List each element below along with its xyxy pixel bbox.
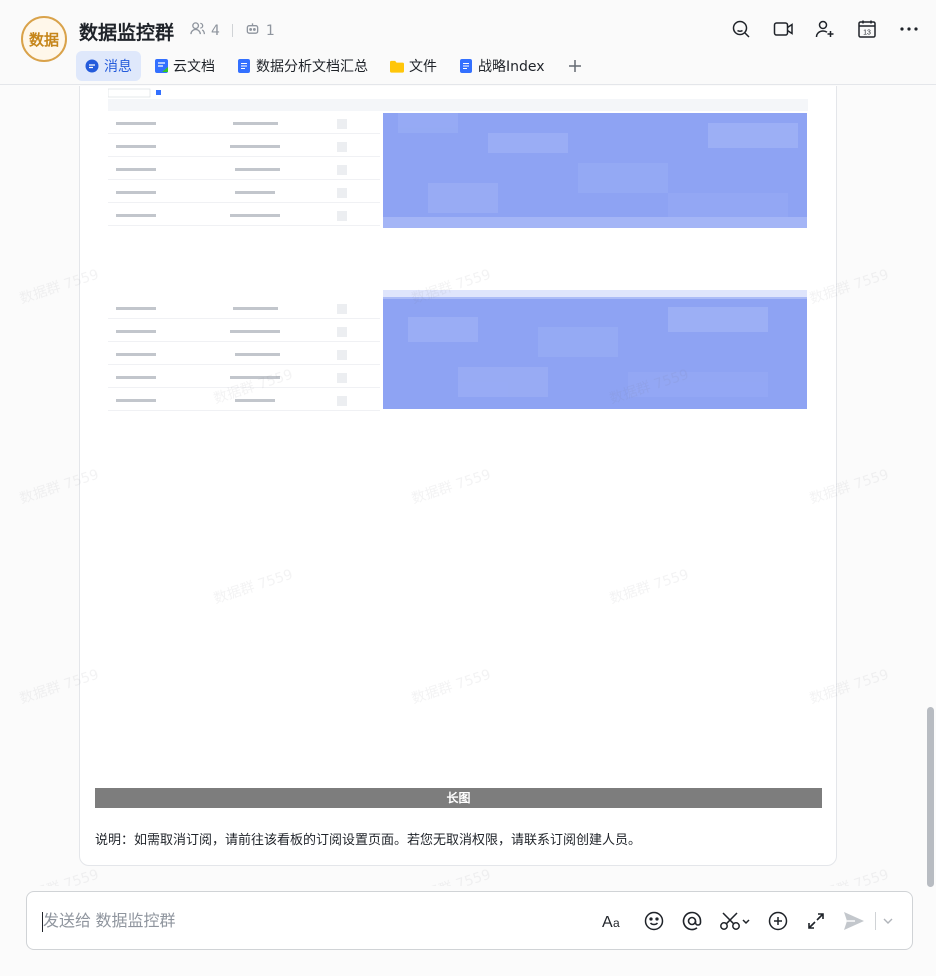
tab-label: 数据分析文档汇总	[256, 59, 368, 75]
long-image-preview[interactable]	[107, 86, 808, 427]
meta-divider	[231, 24, 233, 37]
group-title[interactable]: 数据监控群	[79, 18, 174, 45]
svg-text:A: A	[602, 914, 613, 930]
subscription-note: 说明：如需取消订阅，请前往该看板的订阅设置页面。若您无取消权限，请联系订阅创建人…	[95, 833, 642, 848]
expand-editor-button[interactable]	[805, 910, 827, 932]
tab-files[interactable]: 文件	[381, 51, 446, 81]
tab-label: 战略Index	[478, 59, 545, 75]
watermark: 数据群 7559	[17, 864, 101, 886]
more-tools-button[interactable]	[767, 910, 789, 932]
watermark: 数据群 7559	[807, 864, 891, 886]
group-avatar[interactable]: 数据	[21, 16, 67, 62]
screenshot-button[interactable]	[719, 910, 751, 932]
doc-icon	[237, 59, 251, 73]
plus-circle-icon	[768, 911, 788, 931]
text-format-button[interactable]: Aa	[601, 910, 627, 932]
calendar-button[interactable]: 13	[856, 18, 878, 40]
scissors-icon	[720, 912, 750, 930]
calendar-icon: 13	[858, 20, 876, 38]
long-image-label: 长图	[95, 788, 822, 808]
tab-strategy-index[interactable]: 战略Index	[450, 51, 554, 81]
send-button[interactable]	[843, 910, 865, 932]
tab-bar: 消息 云文档 数据分析文档汇总 文件 战略Index	[76, 51, 592, 81]
message-card[interactable]: 长图 说明：如需取消订阅，请前往该看板的订阅设置页面。若您无取消权限，请联系订阅…	[79, 86, 837, 866]
send-options-button[interactable]	[882, 910, 894, 932]
search-chat-icon	[732, 20, 750, 38]
member-count[interactable]: 4	[211, 23, 220, 39]
watermark: 数据群 7559	[409, 864, 493, 886]
add-member-button[interactable]	[814, 18, 836, 40]
at-icon	[682, 911, 702, 931]
mention-button[interactable]	[681, 910, 703, 932]
text-format-icon: Aa	[602, 914, 620, 930]
message-composer: Aa	[26, 891, 913, 950]
expand-icon	[808, 913, 824, 929]
add-tab-button[interactable]	[558, 54, 592, 78]
message-list[interactable]: 长图 说明：如需取消订阅，请前往该看板的订阅设置页面。若您无取消权限，请联系订阅…	[0, 86, 936, 886]
message-icon	[85, 59, 99, 73]
tab-label: 文件	[409, 59, 437, 75]
tab-label: 消息	[104, 59, 132, 75]
more-icon	[900, 27, 918, 31]
emoji-button[interactable]	[643, 910, 665, 932]
message-input[interactable]	[43, 909, 563, 935]
svg-text:13: 13	[863, 30, 871, 37]
tab-messages[interactable]: 消息	[76, 51, 141, 81]
folder-icon	[390, 59, 404, 73]
tab-data-analysis-docs[interactable]: 数据分析文档汇总	[228, 51, 377, 81]
add-member-icon	[815, 20, 834, 38]
chevron-down-icon	[883, 918, 893, 924]
header-actions: 13	[730, 18, 920, 40]
svg-text:a: a	[613, 916, 620, 930]
composer-tools: Aa	[601, 910, 894, 932]
video-call-icon	[773, 22, 793, 36]
tab-cloud-docs[interactable]: 云文档	[145, 51, 224, 81]
bot-count[interactable]: 1	[266, 23, 275, 39]
members-icon[interactable]	[190, 21, 205, 40]
search-chat-button[interactable]	[730, 18, 752, 40]
message-scrollbar[interactable]	[927, 707, 934, 887]
video-call-button[interactable]	[772, 18, 794, 40]
emoji-icon	[644, 911, 664, 931]
plus-icon	[568, 60, 581, 72]
doc-icon	[459, 59, 473, 73]
chat-header: 数据 数据监控群 4 1 13 消息 云文档 数据分析文档汇总 文件 战略Ind…	[0, 0, 936, 85]
group-meta: 4 1	[190, 21, 275, 40]
bot-icon[interactable]	[245, 21, 260, 40]
send-icon	[844, 912, 864, 930]
tab-label: 云文档	[173, 59, 215, 75]
long-image-content	[107, 88, 808, 411]
cloud-doc-icon	[154, 59, 168, 73]
more-button[interactable]	[898, 18, 920, 40]
send-divider	[875, 912, 876, 930]
